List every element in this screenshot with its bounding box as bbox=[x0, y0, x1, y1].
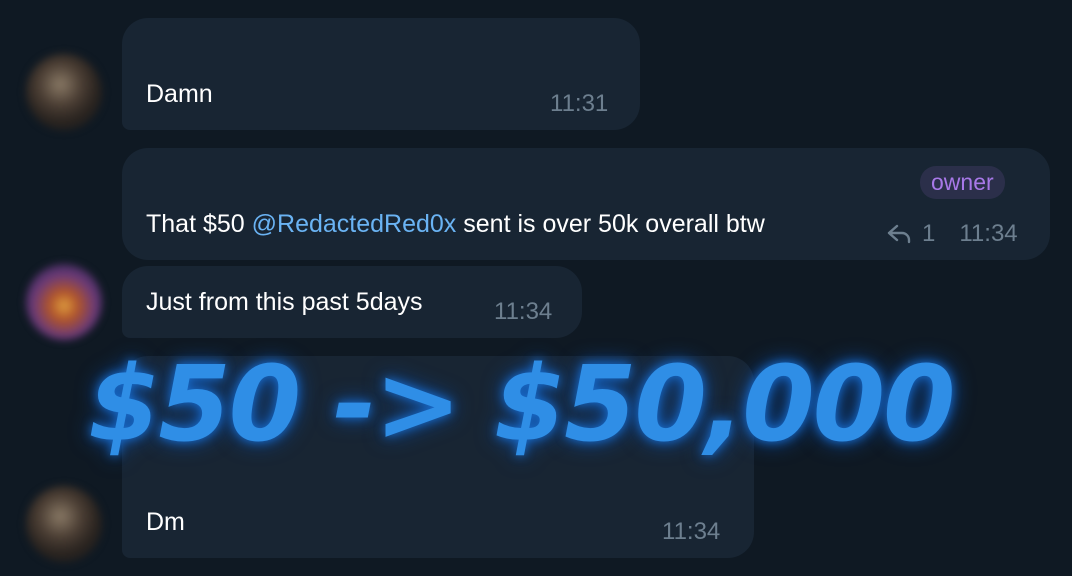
message-time: 11:31 bbox=[550, 90, 609, 117]
message-text: Damn bbox=[146, 80, 213, 108]
user-avatar[interactable] bbox=[26, 486, 102, 562]
user-avatar[interactable] bbox=[26, 264, 102, 340]
message-time: 11:34 bbox=[662, 518, 721, 545]
owner-badge: owner bbox=[920, 166, 1005, 199]
message-text: That $50 @RedactedRed0x sent is over 50k… bbox=[146, 210, 765, 239]
reply-arrow-icon bbox=[887, 224, 911, 244]
user-mention-link[interactable]: @RedactedRed0x bbox=[252, 210, 457, 238]
message-bubble[interactable]: Just from this past 5days 11:34 bbox=[122, 266, 582, 338]
message-text: Just from this past 5days bbox=[146, 288, 423, 316]
chat-view: Damn 11:31 owner That $50 @RedactedRed0x… bbox=[0, 0, 1072, 576]
message-bubble[interactable]: owner That $50 @RedactedRed0x sent is ov… bbox=[122, 148, 1050, 260]
message-time: 11:34 bbox=[494, 298, 553, 325]
overlay-headline: $50 -> $50,000 bbox=[88, 343, 955, 465]
message-time: 11:34 bbox=[959, 220, 1018, 247]
message-text-part: That $50 bbox=[146, 210, 252, 238]
user-avatar[interactable] bbox=[26, 54, 102, 130]
message-text-part: sent is over 50k overall btw bbox=[456, 210, 765, 238]
message-bubble[interactable]: Damn 11:31 bbox=[122, 18, 640, 130]
reply-count: 1 bbox=[922, 220, 936, 247]
reply-info[interactable]: 1 11:34 bbox=[886, 220, 1018, 248]
message-text: Dm bbox=[146, 508, 185, 536]
